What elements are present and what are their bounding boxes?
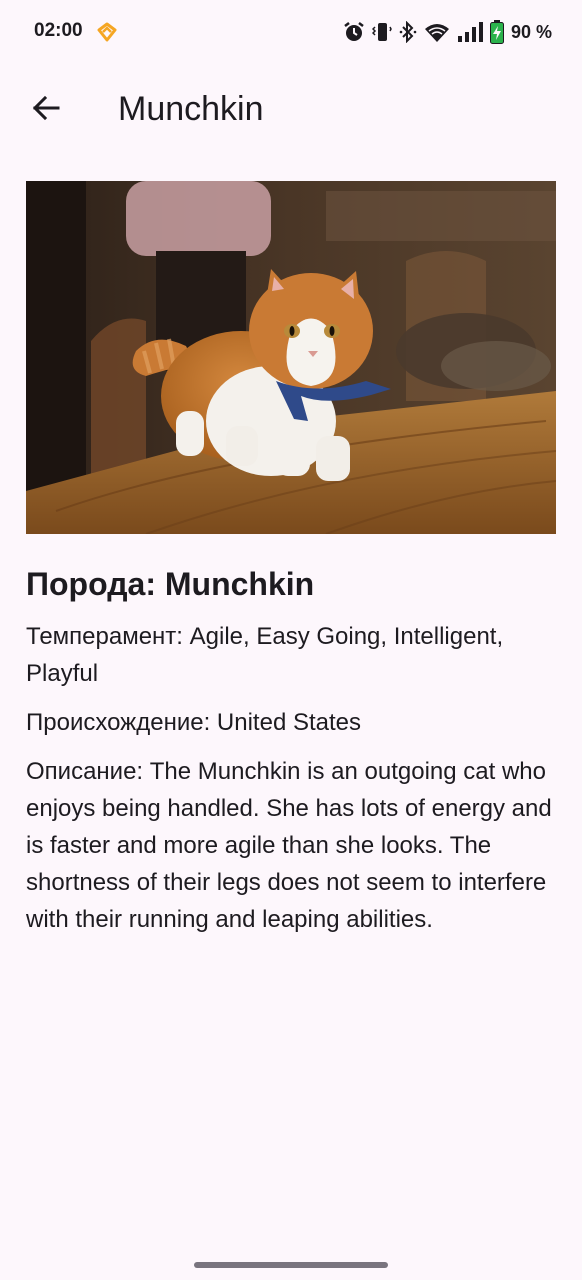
vibrate-icon bbox=[371, 21, 392, 43]
arrow-back-icon bbox=[31, 93, 61, 128]
page-title: Munchkin bbox=[118, 90, 264, 128]
description-text: Описание: The Munchkin is an outgoing ca… bbox=[26, 758, 552, 933]
gesture-nav-handle[interactable] bbox=[194, 1262, 388, 1268]
wifi-icon bbox=[424, 21, 450, 43]
breed-heading: Порода: Munchkin bbox=[26, 566, 315, 602]
temperament-text: Темперамент: Agile, Easy Going, Intellig… bbox=[26, 623, 504, 687]
back-button[interactable] bbox=[18, 82, 74, 138]
status-icons: 90 % bbox=[343, 20, 552, 44]
cat-photo bbox=[26, 181, 556, 534]
battery-percent: 90 % bbox=[510, 21, 552, 42]
alarm-icon bbox=[343, 21, 365, 43]
breed-details: Порода: Munchkin Темперамент: Agile, Eas… bbox=[26, 562, 556, 950]
signal-icon bbox=[457, 21, 483, 43]
bluetooth-icon bbox=[399, 21, 417, 43]
status-time: 02:00 bbox=[34, 20, 83, 41]
status-bar: 02:00 90 % bbox=[0, 0, 582, 64]
origin-text: Происхождение: United States bbox=[26, 709, 361, 736]
app-notification-icon bbox=[96, 22, 118, 42]
app-bar: Munchkin bbox=[0, 72, 582, 148]
battery-charging-icon bbox=[489, 20, 504, 44]
